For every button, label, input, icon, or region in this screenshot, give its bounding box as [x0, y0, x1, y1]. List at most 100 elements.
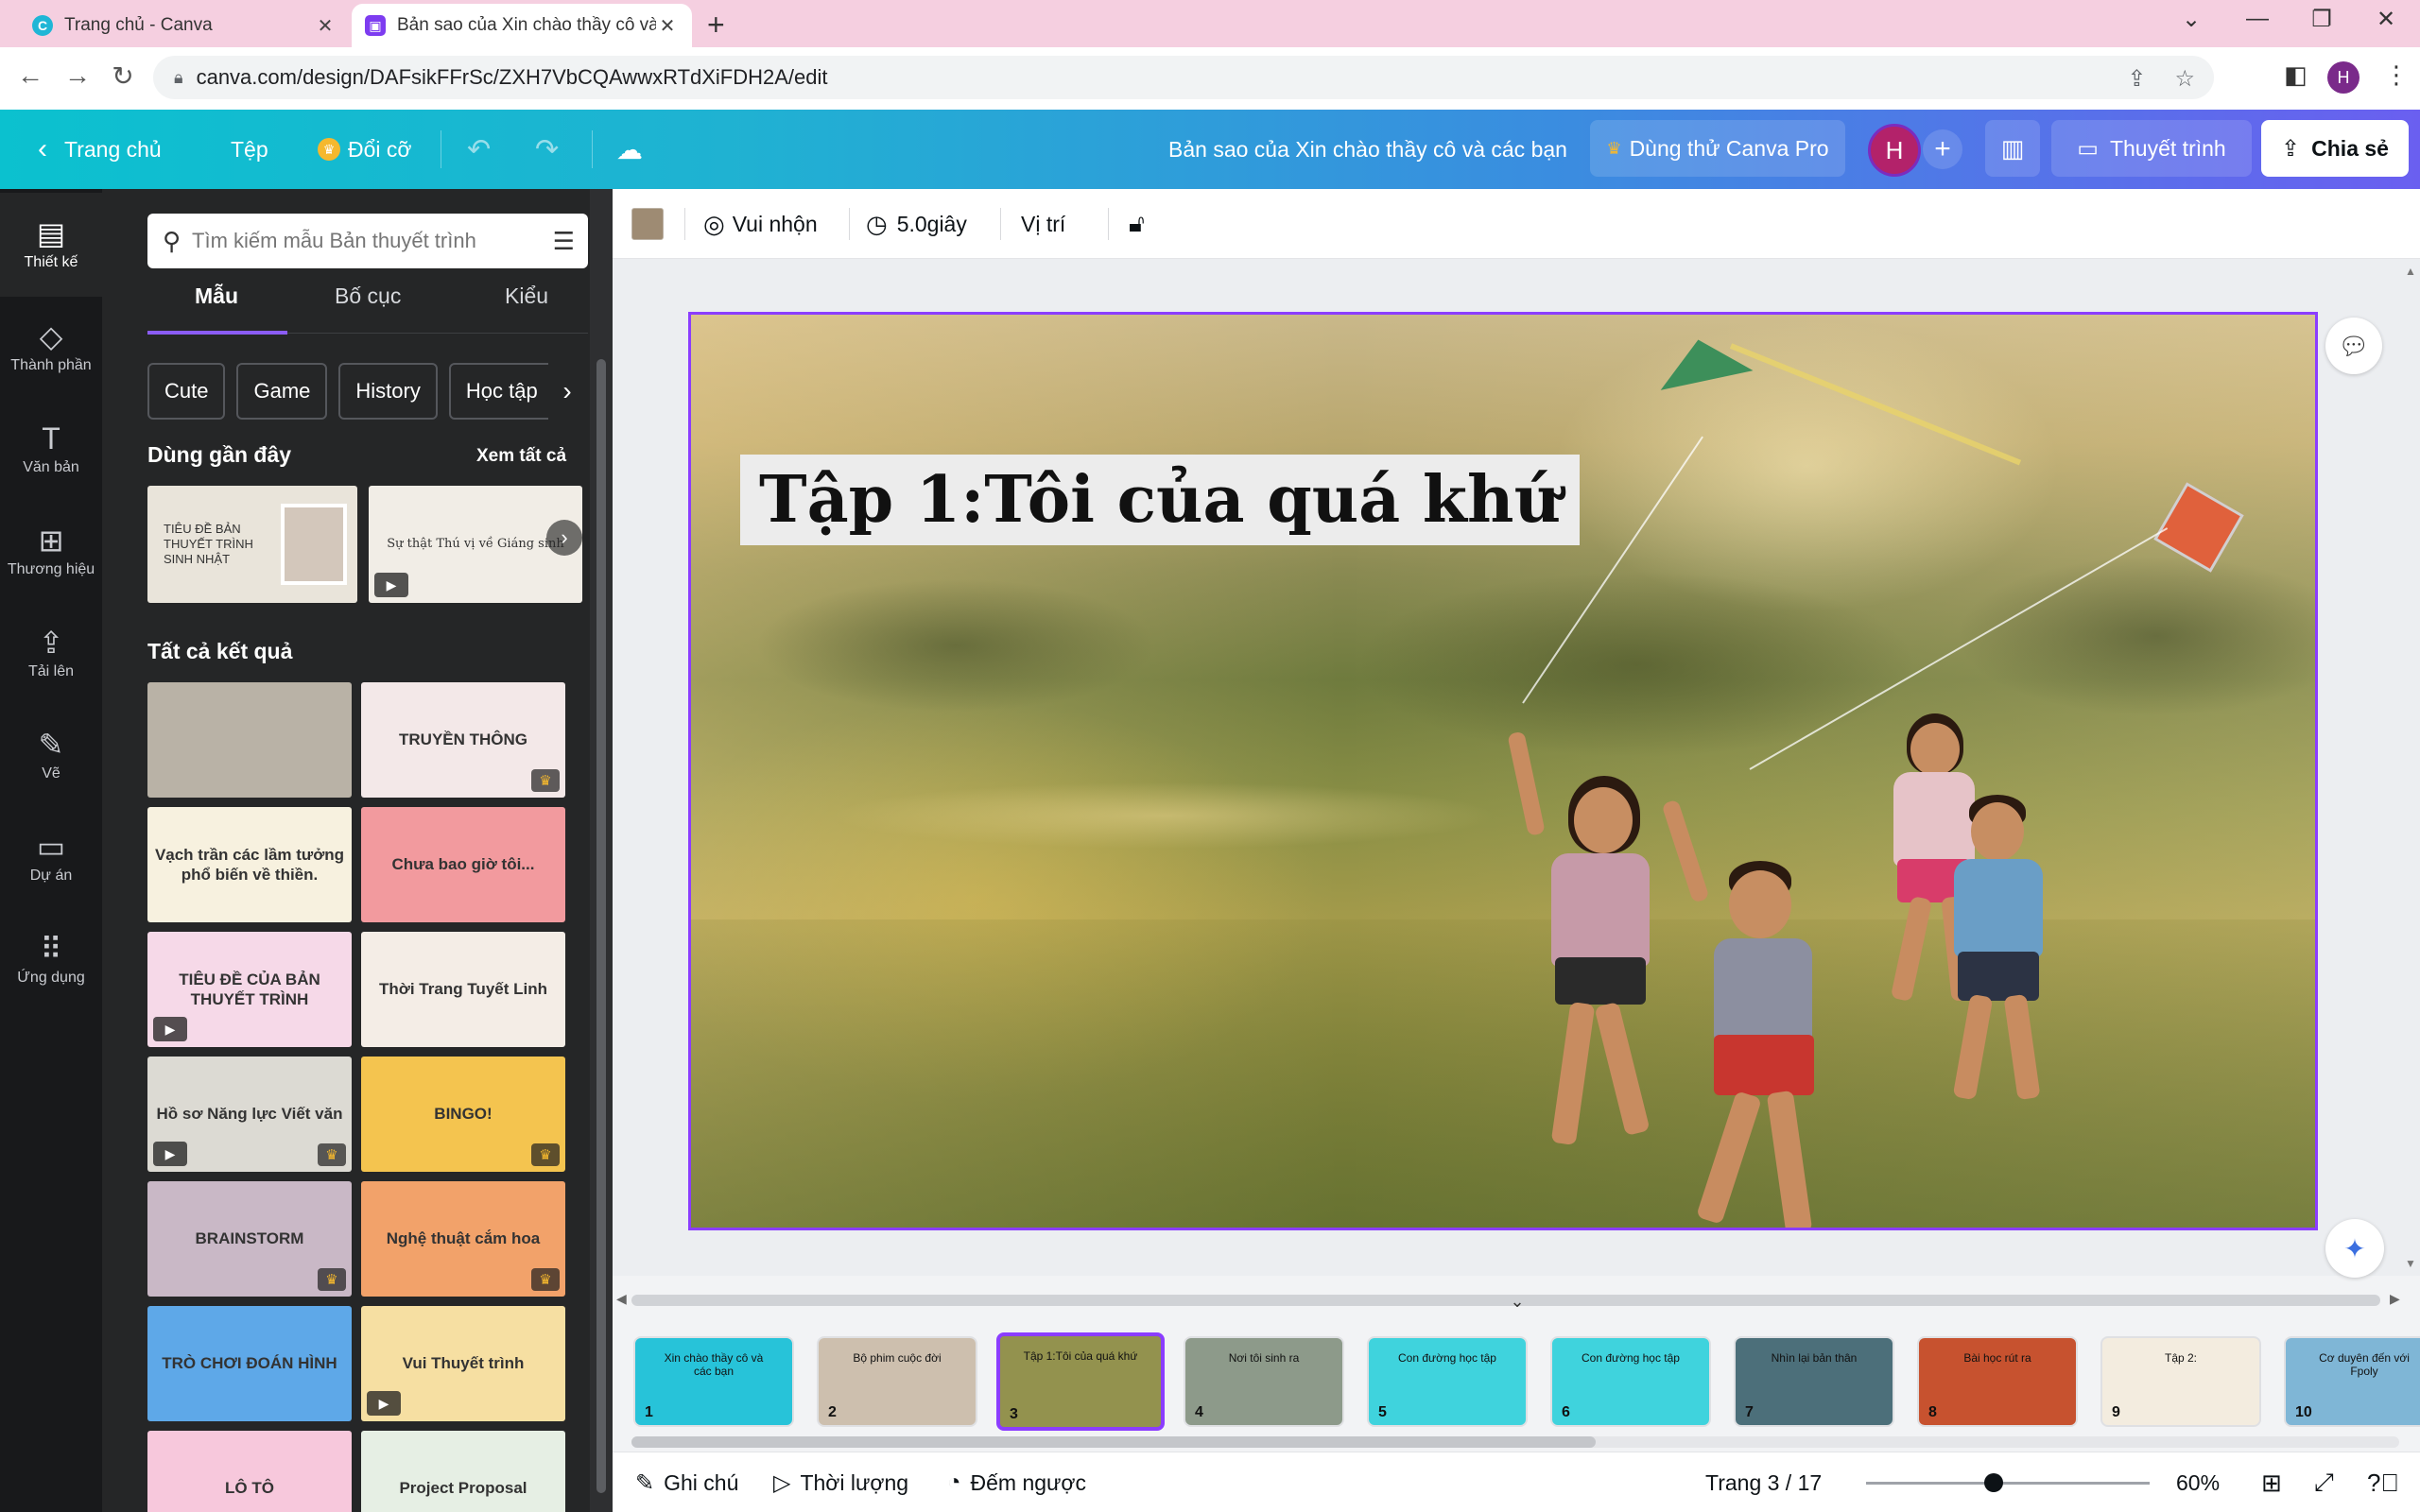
- template-search[interactable]: ⚲ ☰: [147, 214, 588, 268]
- close-tab-icon[interactable]: ✕: [656, 14, 679, 38]
- tab-layouts[interactable]: Bố cục: [335, 284, 401, 309]
- slide-title-text[interactable]: Tập 1:Tôi của quá khứ: [740, 455, 1580, 545]
- template-result-card[interactable]: LÔ TÔ: [147, 1431, 352, 1512]
- address-bar[interactable]: 🔒︎ canva.com/design/DAFsikFFrSc/ZXH7VbCQ…: [153, 56, 2214, 99]
- template-result-card[interactable]: Nghệ thuật cắm hoa ♛: [361, 1181, 565, 1297]
- timing-button[interactable]: ◷ 5.0giây: [866, 189, 967, 259]
- rail-item-apps[interactable]: ⠿ Ứng dụng: [0, 913, 102, 1007]
- lock-icon[interactable]: 🔓︎: [1129, 189, 1145, 259]
- see-all-link[interactable]: Xem tất cả: [476, 446, 566, 467]
- page-thumbnail[interactable]: Bộ phim cuộc đời 2: [817, 1336, 977, 1427]
- undo-icon[interactable]: ↶: [467, 110, 491, 189]
- page-thumbnail[interactable]: Cơ duyên đến với Fpoly 10: [2284, 1336, 2420, 1427]
- background-color-swatch[interactable]: [631, 208, 664, 240]
- panel-scrollbar[interactable]: [590, 189, 613, 1512]
- grid-view-icon[interactable]: ⊞: [2261, 1452, 2282, 1512]
- page-thumbnail[interactable]: Con đường học tập 6: [1550, 1336, 1711, 1427]
- animate-button[interactable]: ◎ Vui nhộn: [703, 189, 818, 259]
- scroll-up-icon[interactable]: ▲: [2405, 265, 2416, 278]
- close-window-icon[interactable]: ✕: [2367, 6, 2405, 33]
- user-avatar[interactable]: H: [1868, 124, 1921, 177]
- timer-button[interactable]: ◔ Đếm ngược: [947, 1452, 1086, 1512]
- page-thumbnail[interactable]: Nhìn lại bản thân 7: [1734, 1336, 1894, 1427]
- tab-search-icon[interactable]: ⌄: [2172, 6, 2210, 33]
- help-icon[interactable]: ?⃝: [2367, 1452, 2399, 1512]
- chevron-right-icon[interactable]: ›: [546, 520, 582, 556]
- page-thumbnail[interactable]: Tập 2: 9: [2100, 1336, 2261, 1427]
- share-page-icon[interactable]: ⇪: [2127, 65, 2146, 93]
- template-result-card[interactable]: Vui Thuyết trình ▶: [361, 1306, 565, 1421]
- profile-avatar[interactable]: H: [2327, 61, 2360, 94]
- chip-cute[interactable]: Cute: [147, 363, 226, 420]
- present-button[interactable]: ▭ Thuyết trình: [2051, 120, 2252, 177]
- tab-templates[interactable]: Mẫu: [195, 284, 238, 309]
- home-button[interactable]: ‹ Trang chủ: [38, 110, 162, 189]
- side-panel-icon[interactable]: ◧: [2284, 60, 2308, 90]
- rail-item-uploads[interactable]: ⇪ Tải lên: [0, 607, 102, 701]
- template-result-card[interactable]: Chưa bao giờ tôi...: [361, 807, 565, 922]
- template-result-card[interactable]: TRUYỀN THÔNG ♛: [361, 682, 565, 798]
- notes-button[interactable]: ✎ Ghi chú: [635, 1452, 738, 1512]
- try-canva-pro-button[interactable]: ♛ Dùng thử Canva Pro: [1590, 120, 1845, 177]
- template-result-card[interactable]: Thời Trang Tuyết Linh: [361, 932, 565, 1047]
- resize-button[interactable]: ♛ Đổi cỡ: [318, 110, 411, 189]
- design-title[interactable]: Bản sao của Xin chào thầy cô và các bạn: [1168, 110, 1567, 189]
- scroll-down-icon[interactable]: ▼: [2405, 1257, 2416, 1270]
- new-tab-icon[interactable]: +: [707, 8, 725, 43]
- zoom-percent[interactable]: 60%: [2176, 1452, 2220, 1512]
- template-result-card[interactable]: Vạch trần các lầm tưởng phổ biến về thiề…: [147, 807, 352, 922]
- tab-styles[interactable]: Kiểu: [505, 284, 548, 309]
- browser-menu-icon[interactable]: ⋮: [2384, 60, 2409, 90]
- template-result-card[interactable]: Hồ sơ Năng lực Viết văn ▶ ♛: [147, 1057, 352, 1172]
- template-result-card[interactable]: [147, 682, 352, 798]
- file-menu-button[interactable]: Tệp: [231, 110, 268, 189]
- browser-tab-home[interactable]: C Trang chủ - Canva ✕: [19, 4, 350, 47]
- chevron-down-icon[interactable]: ⌄: [1501, 1293, 1533, 1312]
- page-thumbnail[interactable]: Tập 1:Tôi của quá khứ 3: [996, 1332, 1165, 1431]
- add-collaborator-icon[interactable]: +: [1923, 129, 1962, 169]
- minimize-icon[interactable]: —: [2238, 6, 2276, 32]
- close-tab-icon[interactable]: ✕: [314, 14, 337, 38]
- forward-icon[interactable]: →: [59, 60, 96, 91]
- redo-icon[interactable]: ↷: [535, 110, 559, 189]
- scroll-left-icon[interactable]: ◀: [616, 1291, 627, 1307]
- bookmark-star-icon[interactable]: ☆: [2174, 65, 2195, 93]
- add-comment-icon[interactable]: 💬︎: [2325, 318, 2382, 374]
- chip-game[interactable]: Game: [236, 363, 328, 420]
- magic-sparkle-icon[interactable]: ✦: [2325, 1219, 2384, 1278]
- rail-item-elements[interactable]: ◇ Thành phần: [0, 301, 102, 395]
- template-result-card[interactable]: Project Proposal: [361, 1431, 565, 1512]
- template-result-card[interactable]: TRÒ CHƠI ĐOÁN HÌNH: [147, 1306, 352, 1421]
- template-result-card[interactable]: TIÊU ĐỀ CỦA BẢN THUYẾT TRÌNH ▶: [147, 932, 352, 1047]
- page-thumbnail[interactable]: Nơi tôi sinh ra 4: [1184, 1336, 1344, 1427]
- page-thumbnail[interactable]: Bài học rút ra 8: [1917, 1336, 2078, 1427]
- duration-button[interactable]: ▷ Thời lượng: [773, 1452, 908, 1512]
- canvas-vertical-scrollbar[interactable]: ▲ ▼: [2401, 259, 2420, 1276]
- recent-template-card[interactable]: TIÊU ĐỀ BẢN THUYẾT TRÌNH SINH NHẬT: [147, 486, 357, 603]
- pages-scrollbar[interactable]: [631, 1435, 2399, 1450]
- rail-item-draw[interactable]: ✎ Vẽ: [0, 709, 102, 803]
- chevron-right-icon[interactable]: ›: [548, 363, 586, 420]
- scroll-right-icon[interactable]: ▶: [2390, 1291, 2400, 1307]
- browser-tab-design[interactable]: ▣ Bản sao của Xin chào thầy cô và các bạ…: [352, 4, 692, 47]
- search-input[interactable]: [192, 229, 514, 253]
- scrollbar-thumb[interactable]: [596, 359, 606, 1493]
- reload-icon[interactable]: ↻: [104, 60, 142, 92]
- restore-icon[interactable]: ❐: [2303, 6, 2341, 33]
- share-button[interactable]: ⇪ Chia sẻ: [2261, 120, 2409, 177]
- rail-item-design[interactable]: ▤ Thiết kế: [0, 193, 102, 297]
- rail-item-text[interactable]: T Văn bản: [0, 403, 102, 497]
- template-result-card[interactable]: BINGO! ♛: [361, 1057, 565, 1172]
- chip-history[interactable]: History: [338, 363, 438, 420]
- template-result-card[interactable]: BRAINSTORM ♛: [147, 1181, 352, 1297]
- rail-item-projects[interactable]: ▭ Dự án: [0, 811, 102, 905]
- slide-page-3[interactable]: Tập 1:Tôi của quá khứ: [688, 312, 2318, 1230]
- cloud-saved-icon[interactable]: ☁: [616, 110, 643, 189]
- back-icon[interactable]: ←: [11, 60, 49, 91]
- position-button[interactable]: Vị trí: [1021, 189, 1065, 259]
- chip-hoc-tap[interactable]: Học tập: [448, 363, 555, 420]
- zoom-slider-knob[interactable]: [1984, 1473, 2003, 1492]
- scrollbar-thumb[interactable]: [631, 1436, 1596, 1448]
- filter-icon[interactable]: ☰: [553, 227, 575, 256]
- fullscreen-icon[interactable]: ⤢: [2314, 1452, 2334, 1512]
